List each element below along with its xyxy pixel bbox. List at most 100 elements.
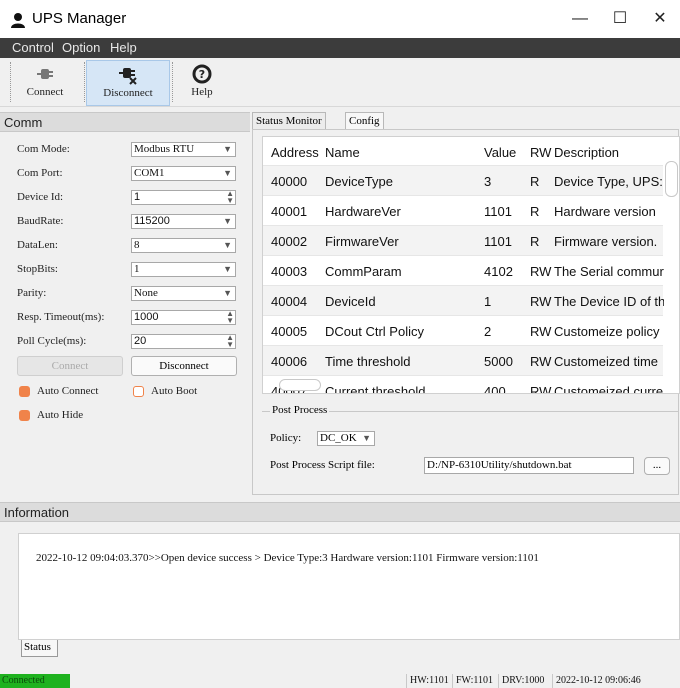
script-file-label: Post Process Script file: [270,459,375,471]
table-vertical-scrollbar[interactable] [664,139,678,379]
cell-name: FirmwareVer [325,234,399,249]
cell-value[interactable]: 1101 [484,204,524,219]
scrollbar-thumb[interactable] [279,379,321,391]
cell-rw: RW [530,324,552,339]
spin-arrows-icon[interactable]: ▲ ▼ [226,334,234,349]
status-bar: Connected HW:1101 FW:1101 DRV:1000 2022-… [0,673,680,688]
toolbar: Connect Disconnect ? Help [0,58,680,107]
table-row[interactable]: 40003 CommParam 4102 RW The Serial commu… [263,255,664,286]
table-row[interactable]: 40001 HardwareVer 1101 R Hardware versio… [263,195,663,226]
menu-control[interactable]: Control [12,40,54,55]
drv-version: DRV:1000 [498,674,547,688]
hw-version: HW:1101 [406,674,452,688]
comm-panel-title: Comm [4,115,43,130]
cell-description: Customeized time [554,354,659,369]
table-row[interactable]: 40002 FirmwareVer 1101 R Firmware versio… [263,225,663,256]
toolbar-help-button[interactable]: ? Help [180,60,224,104]
table-row[interactable]: 40004 DeviceId 1 RW The Device ID of th [263,285,664,316]
tab-status-monitor[interactable]: Status Monitor [252,112,326,130]
cell-rw: R [530,174,540,189]
resp-timeout-label: Resp. Timeout(ms): [17,311,105,323]
device-id-spinbox[interactable]: 1 ▲ ▼ [131,190,236,205]
chevron-down-icon: ▼ [223,168,232,178]
connect-button[interactable]: Connect [17,356,123,376]
device-id-value: 1 [134,191,141,203]
chevron-down-icon: ▼ [223,264,232,274]
com-mode-value: Modbus RTU [134,143,195,155]
toolbar-separator [172,62,173,102]
policy-label: Policy: [270,432,302,444]
cell-description: Firmware version. [554,234,658,249]
stopbits-select[interactable]: 1 ▼ [131,262,236,277]
policy-value: DC_OK [320,432,357,444]
cell-address: 40000 [271,174,308,189]
menu-bar: Control Option Help [0,38,680,58]
information-log[interactable]: 2022-10-12 09:04:03.370>>Open device suc… [18,533,680,640]
com-port-select[interactable]: COM1 ▼ [131,166,236,181]
post-process-group: Post Process Policy: DC_OK ▼ Post Proces… [262,404,679,486]
script-file-input[interactable]: D:/NP-6310Utility/shutdown.bat [424,457,634,474]
chevron-down-icon: ▼ [362,433,371,443]
toolbar-disconnect-label: Disconnect [103,87,153,99]
com-port-value: COM1 [134,167,165,179]
baudrate-value: 115200 [134,215,170,227]
com-mode-select[interactable]: Modbus RTU ▼ [131,142,236,157]
unplug-icon [119,68,137,85]
cell-description: The Device ID of th [554,294,664,309]
parity-value: None [134,287,158,299]
spin-arrows-icon[interactable]: ▲ ▼ [226,190,234,205]
toolbar-disconnect-button[interactable]: Disconnect [86,60,170,106]
chevron-down-icon: ▼ [223,216,232,226]
table-horizontal-scrollbar[interactable] [265,379,661,391]
toolbar-help-label: Help [191,86,213,98]
toolbar-connect-button[interactable]: Connect [12,60,78,104]
cell-value[interactable]: 5000 [484,354,524,369]
resp-timeout-spinbox[interactable]: 1000 ▲ ▼ [131,310,236,325]
tab-status[interactable]: Status [21,640,58,657]
checkbox-checked-icon [19,410,30,421]
col-header-value[interactable]: Value [484,145,524,160]
poll-cycle-spinbox[interactable]: 20 ▲ ▼ [131,334,236,349]
table-row[interactable]: 40000 DeviceType 3 R Device Type, UPS: ( [263,165,664,196]
spin-arrows-icon[interactable]: ▲ ▼ [226,310,234,325]
maximize-button[interactable]: ☐ [600,6,640,32]
tab-config[interactable]: Config [345,112,384,130]
disconnect-button[interactable]: Disconnect [131,356,237,376]
minimize-button[interactable]: — [560,6,600,32]
window-titlebar: UPS Manager — ☐ ✕ [0,0,680,38]
cell-address: 40001 [271,204,308,219]
col-header-address[interactable]: Address [271,145,323,160]
parity-select[interactable]: None ▼ [131,286,236,301]
datalen-select[interactable]: 8 ▼ [131,238,236,253]
datalen-label: DataLen: [17,239,58,251]
cell-name: Time threshold [325,354,411,369]
col-header-description[interactable]: Description [554,145,664,160]
cell-value[interactable]: 1 [484,294,524,309]
poll-cycle-label: Poll Cycle(ms): [17,335,87,347]
scrollbar-thumb[interactable] [665,161,678,197]
cell-value[interactable]: 3 [484,174,524,189]
stopbits-value: 1 [134,263,140,275]
connection-status-badge: Connected [0,674,70,688]
cell-value[interactable]: 2 [484,324,524,339]
cell-address: 40004 [271,294,308,309]
com-port-label: Com Port: [17,167,63,179]
table-row[interactable]: 40005 DCout Ctrl Policy 2 RW Customeize … [263,315,663,346]
table-row[interactable]: 40006 Time threshold 5000 RW Customeized… [263,345,663,376]
cell-value[interactable]: 1101 [484,234,524,249]
policy-select[interactable]: DC_OK ▼ [317,431,375,446]
auto-connect-label: Auto Connect [37,385,99,397]
cell-value[interactable]: 4102 [484,264,524,279]
menu-help[interactable]: Help [110,40,137,55]
close-button[interactable]: ✕ [640,6,680,32]
status-datetime: 2022-10-12 09:06:46 [552,674,644,688]
col-header-name[interactable]: Name [325,145,475,160]
menu-option[interactable]: Option [62,40,100,55]
baudrate-select[interactable]: 115200 ▼ [131,214,236,229]
col-header-rw[interactable]: RW [530,145,554,160]
comm-panel-header: Comm [0,112,250,132]
post-process-title: Post Process [270,404,330,416]
baudrate-label: BaudRate: [17,215,64,227]
browse-button[interactable]: ... [644,457,670,475]
cell-rw: RW [530,294,552,309]
